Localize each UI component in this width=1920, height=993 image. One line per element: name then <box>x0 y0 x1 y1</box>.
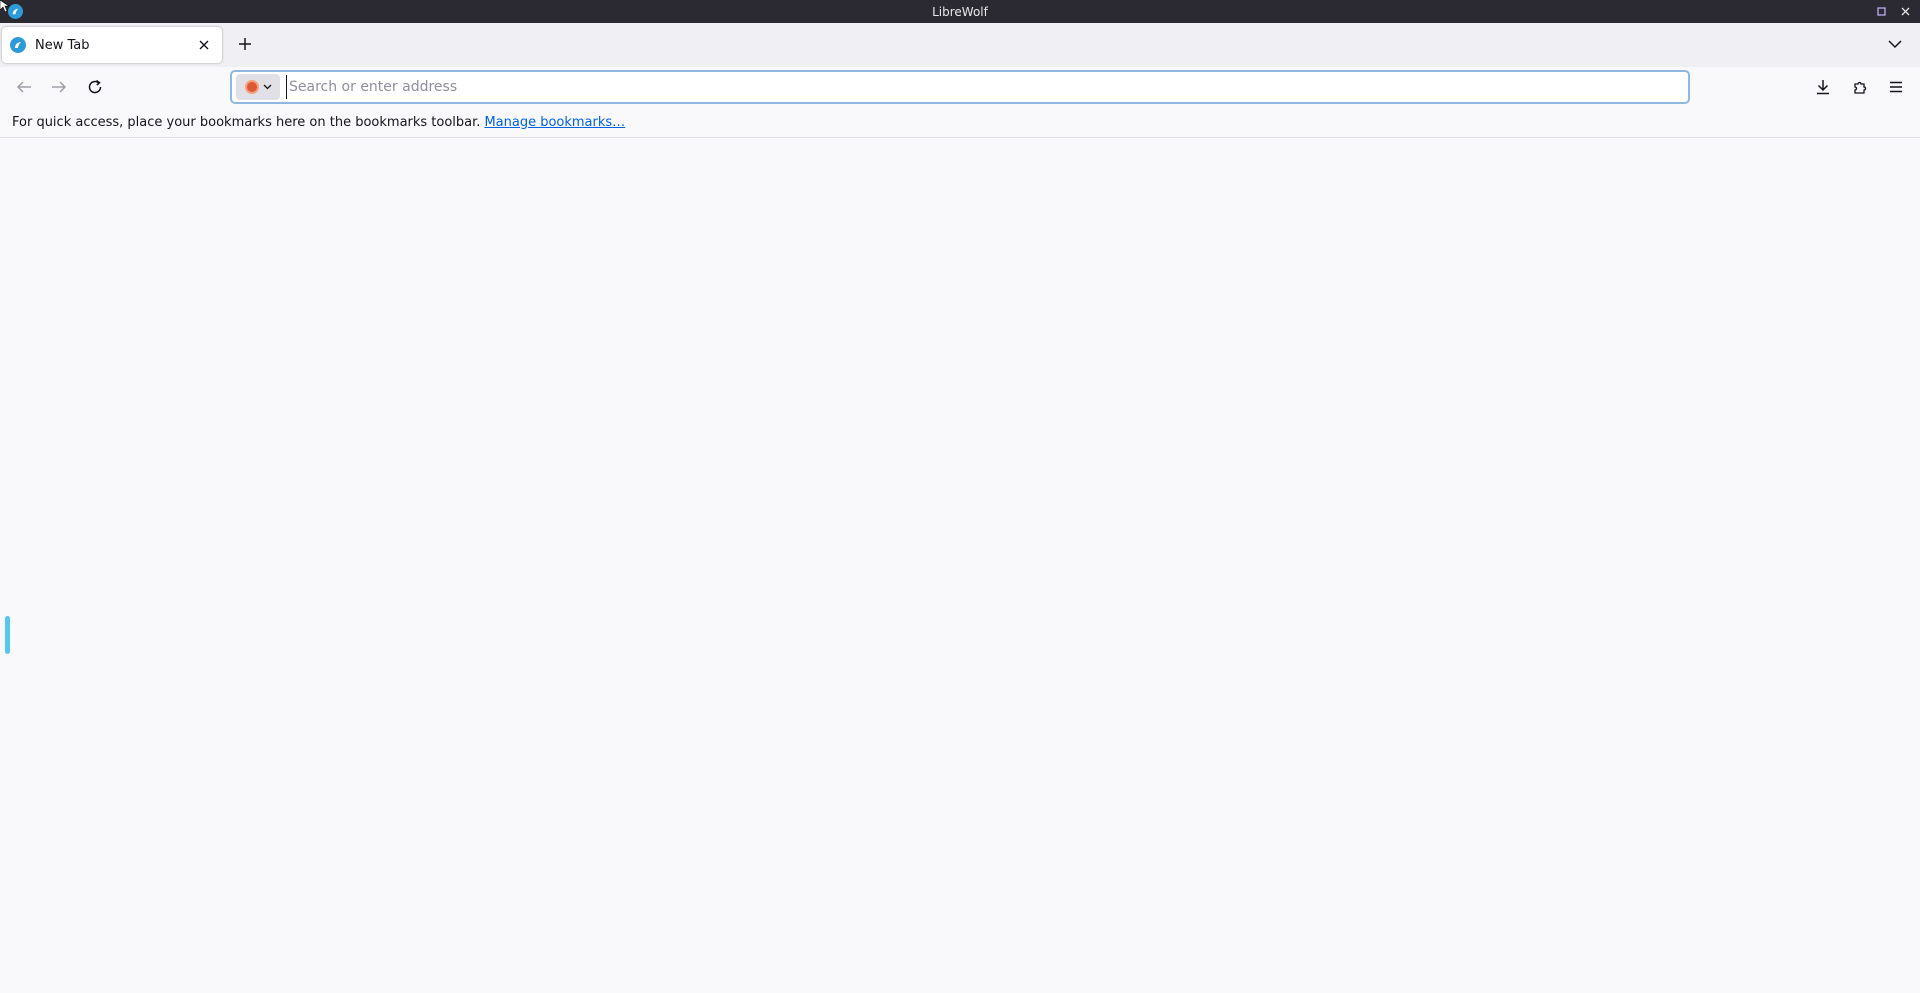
chevron-down-icon <box>1888 39 1902 48</box>
maximize-icon <box>1876 7 1886 16</box>
forward-arrow-icon <box>52 81 67 93</box>
close-window-button[interactable] <box>1898 5 1912 19</box>
librewolf-favicon-icon <box>10 37 26 53</box>
back-arrow-icon <box>16 81 31 93</box>
maximize-button[interactable] <box>1874 5 1888 19</box>
plus-icon <box>239 38 251 50</box>
manage-bookmarks-link[interactable]: Manage bookmarks… <box>484 115 625 130</box>
sidebar-resize-handle[interactable] <box>5 616 10 654</box>
window-title: LibreWolf <box>932 4 988 19</box>
reload-icon <box>88 79 102 94</box>
forward-button[interactable] <box>44 72 74 102</box>
tab-new-tab[interactable]: New Tab <box>2 27 222 63</box>
close-tab-button[interactable] <box>194 35 214 55</box>
librewolf-app-icon <box>8 4 23 19</box>
new-tab-page-content <box>0 138 1920 993</box>
bookmarks-toolbar: For quick access, place your bookmarks h… <box>0 107 1920 138</box>
close-icon <box>1901 7 1909 16</box>
back-button[interactable] <box>9 72 39 102</box>
extensions-button[interactable] <box>1845 72 1875 102</box>
url-bar <box>230 70 1690 104</box>
app-menu-button[interactable] <box>1881 72 1911 102</box>
search-engine-button[interactable] <box>236 74 280 100</box>
reload-button[interactable] <box>80 72 110 102</box>
window-titlebar: LibreWolf <box>0 0 1920 23</box>
puzzle-piece-icon <box>1854 81 1867 94</box>
bookmarks-toolbar-message: For quick access, place your bookmarks h… <box>12 114 481 130</box>
tab-title: New Tab <box>35 37 90 53</box>
tab-strip: New Tab <box>0 23 1920 67</box>
address-input[interactable] <box>286 75 1688 99</box>
list-all-tabs-button[interactable] <box>1882 31 1908 57</box>
download-icon <box>1817 80 1829 95</box>
new-tab-button[interactable] <box>232 31 258 57</box>
duckduckgo-icon <box>244 80 259 94</box>
hamburger-menu-icon <box>1890 81 1902 93</box>
navigation-toolbar <box>0 67 1920 107</box>
close-icon <box>199 40 209 50</box>
chevron-down-icon <box>263 84 271 90</box>
window-controls <box>1874 0 1912 23</box>
downloads-button[interactable] <box>1808 72 1838 102</box>
